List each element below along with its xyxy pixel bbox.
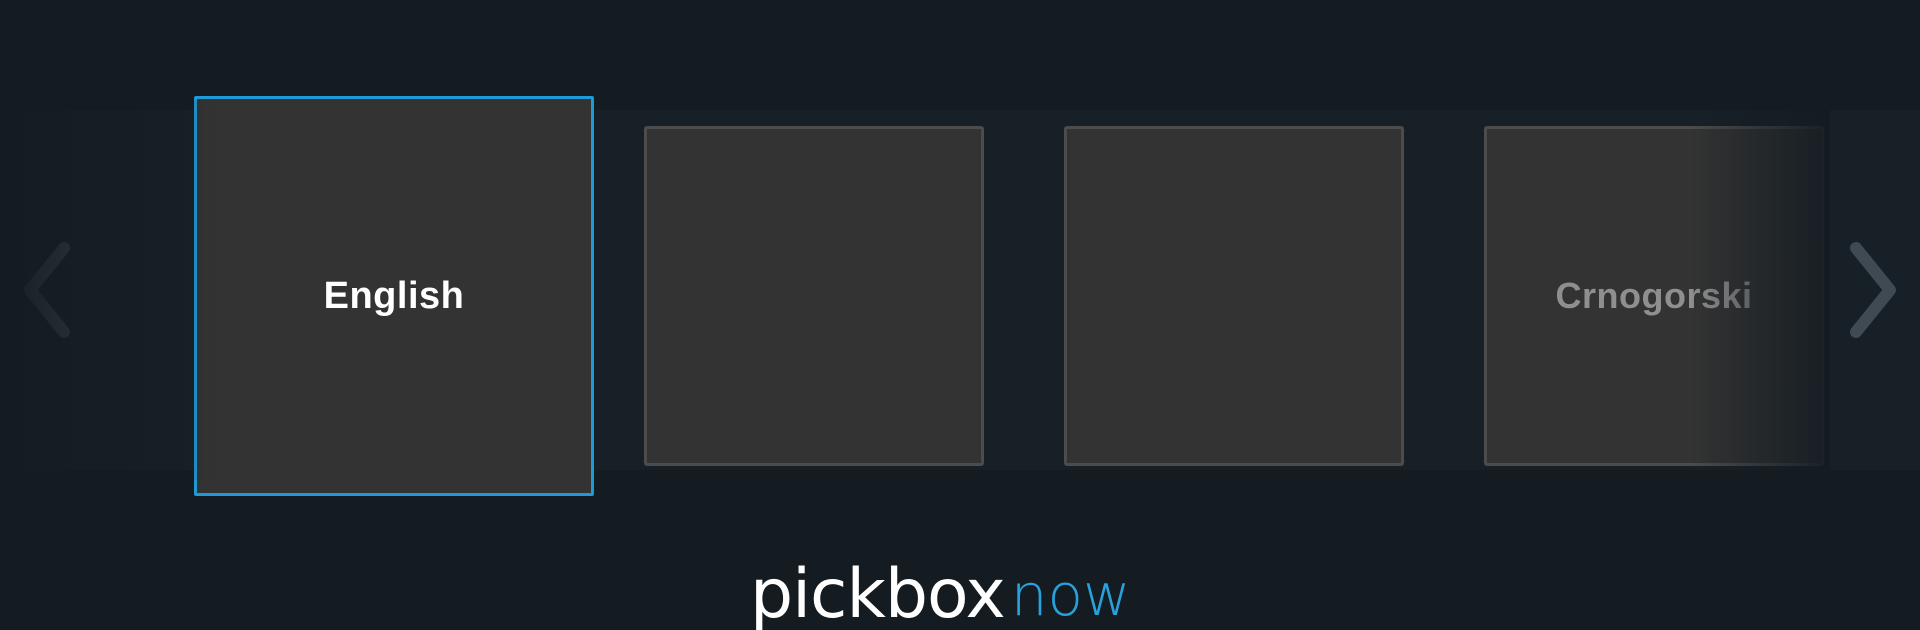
language-tile[interactable] (644, 126, 984, 466)
chevron-right-icon (1840, 240, 1900, 340)
language-tile-crnogorski[interactable]: Crnogorski (1484, 126, 1824, 466)
chevron-left-icon (20, 240, 80, 340)
previous-button[interactable] (20, 240, 80, 340)
language-tile-english[interactable]: English (194, 96, 594, 496)
language-tile[interactable] (1064, 126, 1404, 466)
language-label: English (323, 274, 465, 317)
logo-brand: pickbox (750, 555, 1006, 630)
pickbox-now-logo: pickbox now (750, 560, 1130, 630)
next-button[interactable] (1840, 240, 1900, 340)
logo-suffix: now (1010, 561, 1131, 629)
language-selection-screen: English Crnogorski pickbox now (0, 0, 1920, 630)
language-label: Crnogorski (1555, 275, 1753, 316)
